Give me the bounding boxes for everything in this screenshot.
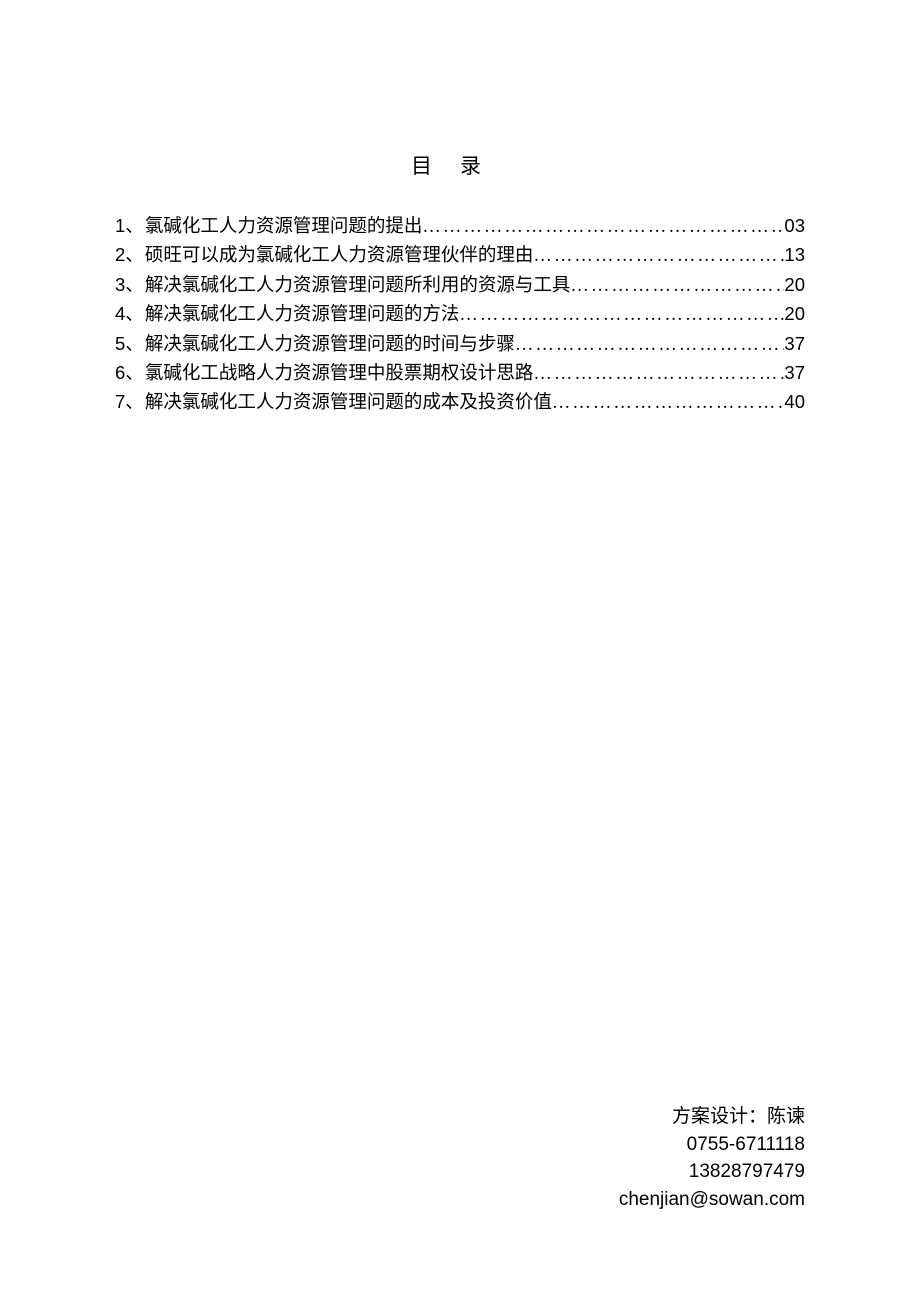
toc-entry-leader [570, 273, 784, 300]
toc-entry-number: 6 [115, 359, 125, 386]
toc-entry-separator: 、 [125, 390, 144, 417]
toc-entry-separator: 、 [125, 361, 144, 388]
toc-entry-title: 氯碱化工战略人力资源管理中股票期权设计思路 [145, 361, 534, 388]
toc-entry-page: 37 [784, 330, 805, 357]
toc-entry-number: 7 [115, 388, 125, 415]
toc-entry-leader [515, 332, 785, 359]
toc-heading: 目录 [115, 150, 805, 180]
toc-entry-separator: 、 [125, 302, 144, 329]
toc-entry-leader [422, 214, 784, 241]
toc-entry-leader [552, 390, 785, 417]
toc-entry-title: 解决氯碱化工人力资源管理问题的方法 [145, 302, 460, 329]
toc-entry-page: 13 [784, 241, 805, 268]
toc-entry-title: 氯碱化工人力资源管理问题的提出 [145, 214, 423, 241]
toc-entry-number: 3 [115, 271, 125, 298]
designer-line: 方案设计：陈谏 [619, 1103, 805, 1131]
toc-entry-leader [533, 361, 784, 388]
toc-entry-title: 解决氯碱化工人力资源管理问题的时间与步骤 [145, 332, 515, 359]
toc-entry-page: 37 [784, 359, 805, 386]
toc-entry: 5、解决氯碱化工人力资源管理问题的时间与步骤 37 [115, 330, 805, 359]
toc-entry: 6、氯碱化工战略人力资源管理中股票期权设计思路 37 [115, 359, 805, 388]
toc-entry-page: 20 [784, 300, 805, 327]
toc-entry-number: 4 [115, 300, 125, 327]
toc-entry-separator: 、 [125, 332, 144, 359]
toc-entry-number: 2 [115, 241, 125, 268]
footer-block: 方案设计：陈谏 0755-6711118 13828797479 chenjia… [619, 1103, 805, 1213]
toc-entry: 4、解决氯碱化工人力资源管理问题的方法 20 [115, 300, 805, 329]
toc-entry-title: 解决氯碱化工人力资源管理问题所利用的资源与工具 [145, 273, 571, 300]
toc-entry-leader [533, 243, 784, 270]
toc-entry: 2、硕旺可以成为氯碱化工人力资源管理伙伴的理由 13 [115, 241, 805, 270]
toc-entry-title: 硕旺可以成为氯碱化工人力资源管理伙伴的理由 [145, 243, 534, 270]
toc-entry-page: 03 [784, 212, 805, 239]
toc-list致5: 1、氯碱化工人力资源管理问题的提出032、硕旺可以成为氯碱化工人力资源管理伙伴的… [115, 212, 805, 418]
toc-entry-separator: 、 [125, 273, 144, 300]
designer-name: 陈谏 [767, 1106, 805, 1127]
toc-entry-number: 5 [115, 330, 125, 357]
toc-entry-title: 解决氯碱化工人力资源管理问题的成本及投资价值 [145, 390, 552, 417]
designer-label: 方案设计： [672, 1106, 767, 1127]
toc-entry-page: 40 [784, 388, 805, 415]
toc-entry-leader [459, 302, 784, 329]
document-page: 目录 1、氯碱化工人力资源管理问题的提出032、硕旺可以成为氯碱化工人力资源管理… [0, 0, 920, 418]
toc-entry-page: 20 [784, 271, 805, 298]
toc-entry: 1、氯碱化工人力资源管理问题的提出 03 [115, 212, 805, 241]
email: chenjian@sowan.com [619, 1186, 805, 1214]
toc-entry: 7、解决氯碱化工人力资源管理问题的成本及投资价值 40 [115, 388, 805, 417]
toc-entry-separator: 、 [125, 214, 144, 241]
phone-2: 13828797479 [619, 1158, 805, 1186]
toc-entry-separator: 、 [125, 243, 144, 270]
toc-entry: 3、解决氯碱化工人力资源管理问题所利用的资源与工具 20 [115, 271, 805, 300]
phone-1: 0755-6711118 [619, 1131, 805, 1159]
toc-entry-number: 1 [115, 212, 125, 239]
